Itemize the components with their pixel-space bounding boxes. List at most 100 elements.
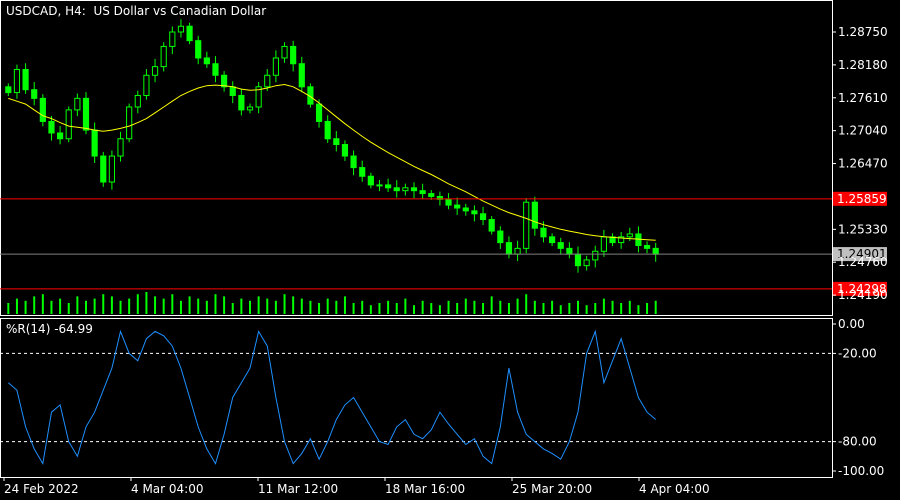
candle xyxy=(566,242,573,259)
candle-body xyxy=(264,74,271,88)
candle-body xyxy=(540,227,547,238)
candle-body xyxy=(428,193,435,197)
indicator-tick-label: 0.00 xyxy=(838,317,865,331)
candle-body xyxy=(229,86,236,96)
candle xyxy=(497,226,504,249)
candle xyxy=(359,160,366,182)
candle-body xyxy=(281,45,288,59)
level-badge-label: 1.25859 xyxy=(837,192,887,206)
williams-r-panel: 0.00 -20.00 -80.00 -100.00 xyxy=(0,317,884,478)
candle-body xyxy=(333,138,340,146)
candle xyxy=(583,255,590,271)
candle xyxy=(514,240,521,262)
candle-body xyxy=(290,45,297,65)
candle-body xyxy=(367,175,374,186)
candle xyxy=(108,150,115,190)
price-tick-label: 1.28180 xyxy=(838,58,888,72)
volume-bars xyxy=(7,292,657,314)
candle xyxy=(238,88,245,116)
candle-body xyxy=(549,236,556,244)
candle-body xyxy=(74,97,81,111)
candle xyxy=(402,183,409,196)
candle xyxy=(39,94,46,127)
candle xyxy=(134,90,141,114)
candle-body xyxy=(341,144,349,157)
candle-body xyxy=(488,219,495,232)
candle xyxy=(177,19,185,38)
candle xyxy=(557,237,564,255)
candle xyxy=(22,63,29,94)
candle-body xyxy=(393,187,400,192)
candle xyxy=(643,241,651,254)
indicator-tick-label: -20.00 xyxy=(838,346,877,360)
candle xyxy=(574,246,582,273)
candle-body xyxy=(324,120,331,140)
price-tick-label: 1.24190 xyxy=(838,288,888,302)
candle xyxy=(600,229,607,257)
price-axis: 1.28750 1.28180 1.27610 1.27040 1.26470 1.253… xyxy=(832,25,888,302)
candle xyxy=(151,59,159,83)
candle-body xyxy=(31,89,38,99)
candle-body xyxy=(626,233,633,238)
candle-body xyxy=(376,184,383,187)
candle-body xyxy=(39,97,46,122)
candle-body xyxy=(410,187,418,192)
candle xyxy=(652,242,659,262)
candle-body xyxy=(583,259,590,267)
candle-body xyxy=(57,132,64,140)
candle xyxy=(618,231,625,249)
candle-body xyxy=(643,244,651,249)
candle-body xyxy=(531,201,538,229)
description-label: US Dollar vs Canadian Dollar xyxy=(93,4,267,18)
candle-body xyxy=(402,187,409,192)
candle-body xyxy=(350,155,357,169)
main-plot-frame xyxy=(0,0,833,478)
candle xyxy=(255,81,262,114)
chart-canvas: 1.258591.242981.24901 1.28750 1.28180 1.27… xyxy=(0,0,888,496)
candle xyxy=(272,50,279,83)
candle xyxy=(333,131,340,152)
candle-body xyxy=(143,74,150,96)
candle-body xyxy=(359,167,366,177)
candle-body xyxy=(462,207,469,212)
candle xyxy=(462,203,469,216)
candle xyxy=(523,198,530,254)
candle xyxy=(376,180,383,192)
candle-body xyxy=(505,242,513,255)
candle-body xyxy=(592,250,599,261)
candle xyxy=(126,103,133,143)
candle xyxy=(281,42,288,63)
candle-body xyxy=(169,31,176,47)
candle-body xyxy=(117,138,124,157)
candle xyxy=(298,56,305,93)
candle xyxy=(350,150,357,176)
candle xyxy=(471,205,478,222)
candle-body xyxy=(65,109,72,140)
candle-body xyxy=(471,210,478,215)
candle xyxy=(549,233,556,247)
price-tick-label: 1.28750 xyxy=(838,25,888,39)
candle xyxy=(13,64,21,99)
candle xyxy=(488,216,495,235)
candle xyxy=(419,183,426,200)
candle xyxy=(393,180,400,198)
candle xyxy=(505,236,513,259)
candle-body xyxy=(315,103,323,122)
title-separator: , xyxy=(57,4,66,18)
candle xyxy=(203,51,210,68)
indicator-tick-label: -80.00 xyxy=(838,435,877,449)
candle-body xyxy=(272,57,279,76)
candle-body xyxy=(523,201,530,249)
candle xyxy=(5,83,12,97)
time-tick-label: 18 Mar 16:00 xyxy=(385,482,465,496)
candle-body xyxy=(126,106,133,140)
main-frame xyxy=(0,0,833,316)
candle xyxy=(324,115,331,143)
candle-body xyxy=(100,155,107,183)
candle xyxy=(531,196,538,236)
candle-body xyxy=(238,94,245,111)
time-tick-label: 24 Feb 2022 xyxy=(4,482,79,496)
time-axis: 24 Feb 2022 4 Mar 04:00 11 Mar 12:00 18 Mar… xyxy=(3,477,710,496)
time-tick-label: 11 Mar 12:00 xyxy=(258,482,338,496)
candle-body xyxy=(600,236,607,252)
